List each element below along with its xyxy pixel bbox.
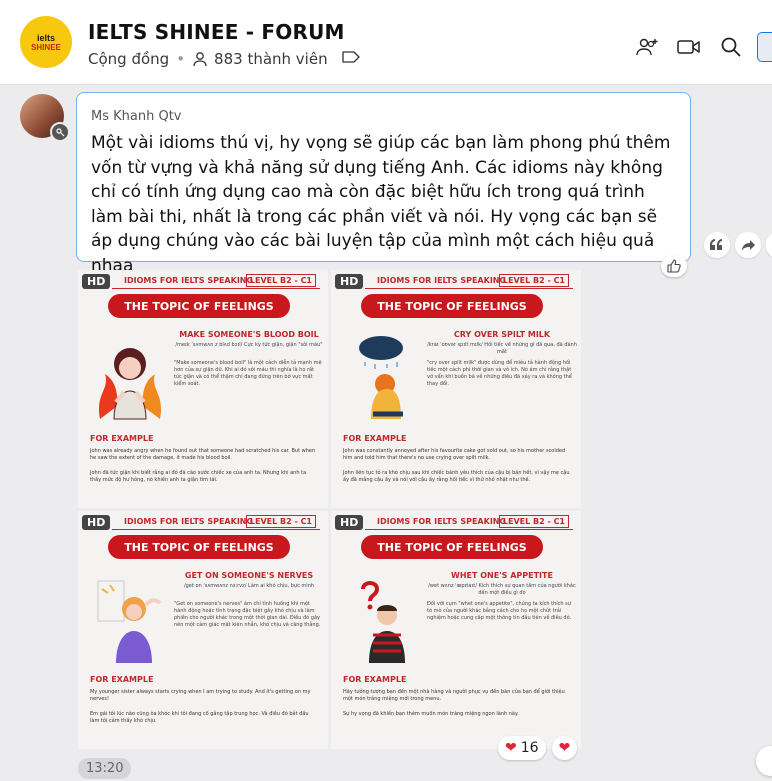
card-level: LEVEL B2 - C1	[245, 515, 316, 528]
annoyed-woman-illustration	[97, 580, 162, 663]
idiom-title: GET ON SOMEONE'S NERVES	[184, 571, 314, 580]
example-text: My younger sister always starts crying w…	[90, 689, 311, 702]
community-label: Cộng đồng	[88, 50, 170, 68]
like-reaction-icon[interactable]	[661, 255, 687, 277]
sender-avatar[interactable]	[20, 94, 70, 142]
idiom-title: WHET ONE'S APPETITE	[451, 571, 553, 580]
idiom-title: CRY OVER SPILT MILK	[453, 330, 551, 339]
search-icon[interactable]	[719, 36, 743, 58]
chat-header: ielts SHINEE IELTS SHINEE - FORUM Cộng đ…	[0, 0, 772, 85]
add-heart-button[interactable]: ❤	[551, 736, 578, 760]
key-badge-icon	[50, 122, 70, 142]
idiom-description: Đối với cụm "whet one's appetite", chúng…	[427, 601, 572, 621]
card-header: IDIOMS FOR IELTS SPEAKING	[124, 517, 254, 526]
scroll-down-button[interactable]	[756, 746, 772, 776]
topic-banner: THE TOPIC OF FEELINGS	[361, 535, 543, 559]
example-translation: John liên tục tỏ ra khó chịu sau khi chi…	[343, 470, 570, 483]
members-button[interactable]: 883 thành viên	[192, 50, 328, 68]
example-translation: Em gái tôi lúc nào cũng òa khóc khi tôi …	[90, 711, 309, 724]
example-text: John was constantly annoyed after his fa…	[343, 448, 566, 461]
topic-banner: THE TOPIC OF FEELINGS	[108, 535, 290, 559]
for-example-label: FOR EXAMPLE	[343, 434, 407, 443]
image-card[interactable]: HD IDIOMS FOR IELTS SPEAKING LEVEL B2 - …	[78, 511, 328, 749]
image-card[interactable]: HD IDIOMS FOR IELTS SPEAKING LEVEL B2 - …	[331, 270, 581, 508]
image-card[interactable]: HD IDIOMS FOR IELTS SPEAKING LEVEL B2 - …	[78, 270, 328, 508]
idiom-title: MAKE SOMEONE'S BLOOD BOIL	[179, 330, 319, 339]
quote-reply-icon[interactable]	[704, 232, 730, 258]
more-actions-icon[interactable]	[766, 232, 772, 258]
header-actions	[617, 32, 772, 62]
topic-banner: THE TOPIC OF FEELINGS	[108, 294, 290, 318]
separator-dot: •	[176, 50, 186, 68]
idiom-pronunciation: /meɪk ˈsʌmwʌn z blʌd bɔɪl/ Cực kỳ tức gi…	[175, 342, 323, 348]
for-example-label: FOR EXAMPLE	[90, 675, 154, 684]
heart-reaction-count[interactable]: ❤ 16	[498, 736, 546, 760]
members-count: 883 thành viên	[214, 50, 328, 68]
hd-badge: HD	[335, 274, 364, 289]
card-header: IDIOMS FOR IELTS SPEAKING	[377, 517, 507, 526]
divider	[112, 529, 320, 530]
idiom-description: "Get on someone's nerves" ám chỉ tình hu…	[174, 601, 321, 628]
divider	[365, 529, 573, 530]
hd-badge: HD	[82, 274, 111, 289]
example-translation: Sự hy vọng đã khiến bạn thèm muốn món tr…	[343, 711, 519, 717]
group-avatar[interactable]: ielts SHINEE	[20, 16, 72, 68]
thinking-man-illustration	[361, 581, 405, 663]
video-call-icon[interactable]	[677, 36, 701, 58]
message-bubble[interactable]: Ms Khanh Qtv Một vài idioms thú vị, hy v…	[76, 92, 691, 276]
idiom-description: "Make someone's blood boil" là một cách …	[174, 360, 322, 387]
divider	[365, 288, 573, 289]
card-header: IDIOMS FOR IELTS SPEAKING	[377, 276, 507, 285]
sender-name[interactable]: Ms Khanh Qtv	[91, 109, 182, 124]
card-header: IDIOMS FOR IELTS SPEAKING	[124, 276, 254, 285]
hd-badge: HD	[335, 515, 364, 530]
message-time: 13:20	[78, 758, 132, 779]
heart-icon: ❤	[505, 740, 517, 756]
heart-icon: ❤	[558, 740, 571, 756]
heart-count: 16	[520, 740, 539, 756]
card-level: LEVEL B2 - C1	[498, 515, 569, 528]
card-level: LEVEL B2 - C1	[498, 274, 569, 287]
image-card[interactable]: HD IDIOMS FOR IELTS SPEAKING LEVEL B2 - …	[331, 511, 581, 749]
logo-text-1: ielts	[36, 32, 55, 43]
idiom-pronunciation: /kraɪ ˈoʊvər spɪlt mɪlk/ Hối tiếc về nhữ…	[427, 342, 577, 355]
topic-banner: THE TOPIC OF FEELINGS	[361, 294, 543, 318]
crying-girl-illustration	[359, 336, 403, 419]
idiom-description: "cry over spilt milk" được dùng để miêu …	[427, 360, 572, 387]
angry-woman-illustration	[98, 348, 162, 420]
card-level: LEVEL B2 - C1	[245, 274, 316, 287]
example-text: Hãy tưởng tượng bạn đến một nhà hàng và …	[343, 689, 565, 702]
person-icon	[193, 52, 207, 67]
divider	[112, 288, 320, 289]
reactions: ❤ 16 ❤	[498, 736, 583, 760]
group-subtitle: Cộng đồng • 883 thành viên	[88, 50, 366, 68]
for-example-label: FOR EXAMPLE	[90, 434, 154, 443]
idiom-pronunciation: /ɡet ɒn ˈsʌmwʌnz nɜːrvz/ Làm ai khó chịu…	[183, 583, 315, 589]
forward-icon[interactable]	[735, 232, 761, 258]
message-text: Một vài idioms thú vị, hy vọng sẽ giúp c…	[91, 133, 671, 276]
sidebar-toggle-icon[interactable]	[757, 32, 772, 62]
idiom-pronunciation: /wet wʌnz ˈæpɪtaɪt/ Kích thích sự quan t…	[428, 583, 576, 596]
tag-icon[interactable]	[341, 50, 366, 68]
example-text: John was already angry when he found out…	[90, 448, 316, 461]
hd-badge: HD	[82, 515, 111, 530]
group-title[interactable]: IELTS SHINEE - FORUM	[88, 20, 345, 44]
logo-text-2: SHINEE	[31, 42, 61, 52]
for-example-label: FOR EXAMPLE	[343, 675, 407, 684]
example-translation: John đã tức giận khi biết rằng ai đó đã …	[90, 470, 307, 483]
image-grid: HD IDIOMS FOR IELTS SPEAKING LEVEL B2 - …	[78, 270, 582, 750]
add-member-icon[interactable]	[635, 36, 659, 58]
